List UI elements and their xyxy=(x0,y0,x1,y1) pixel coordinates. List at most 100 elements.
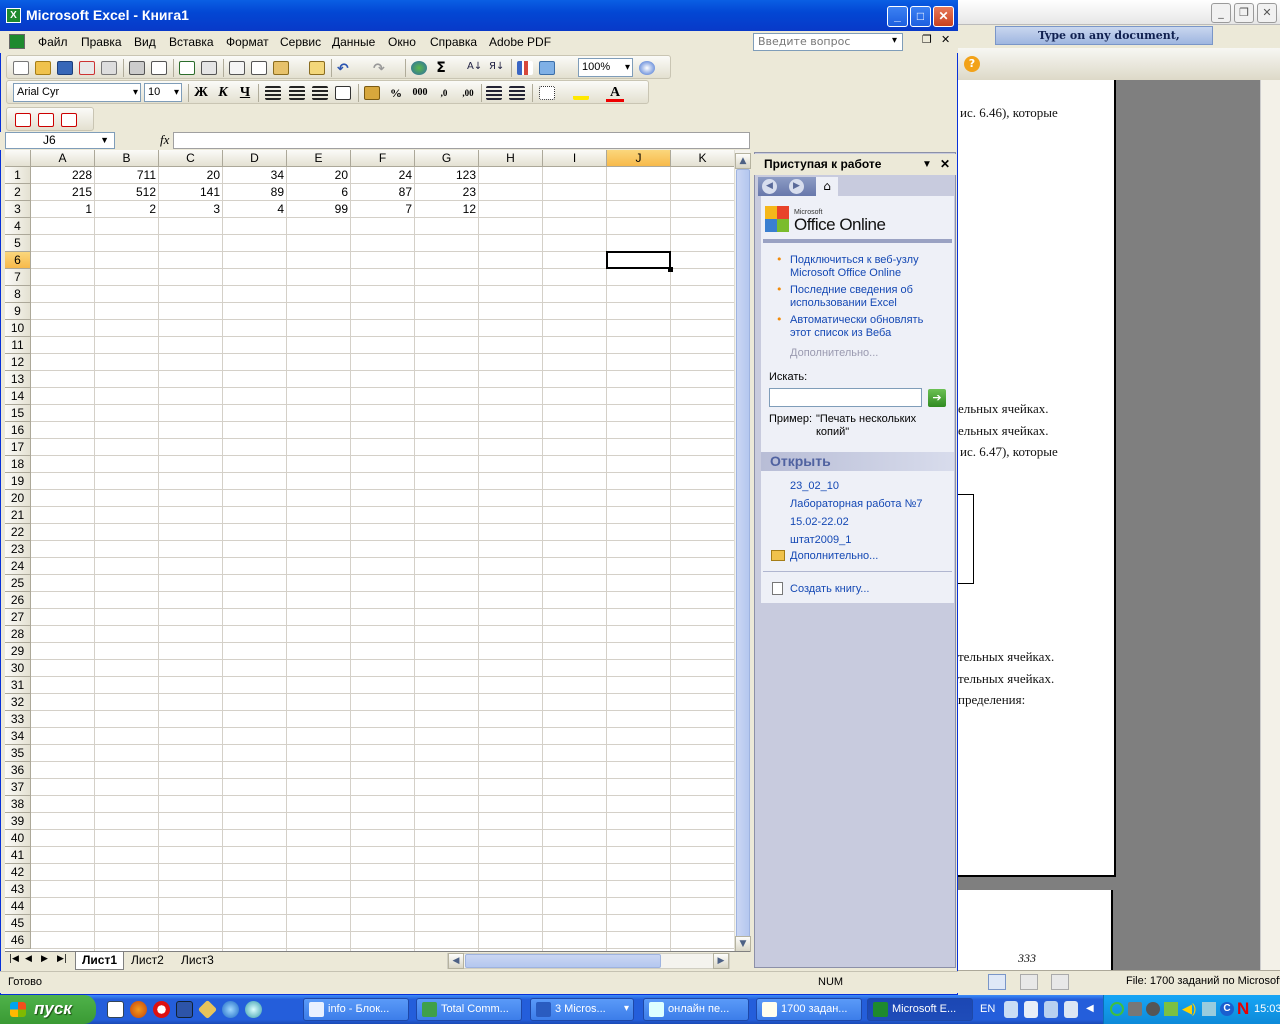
row-header-32[interactable]: 32 xyxy=(5,694,31,711)
sort-descending-icon[interactable]: Я↓ xyxy=(489,61,505,75)
row-header-4[interactable]: 4 xyxy=(5,218,31,235)
scroll-left-icon[interactable]: ◀ xyxy=(448,953,464,969)
ie-secondary-icon[interactable] xyxy=(245,1001,262,1018)
tray-pen-icon[interactable] xyxy=(1044,1001,1058,1018)
row-header-6[interactable]: 6 xyxy=(5,252,31,269)
menu-3[interactable]: Вид xyxy=(134,35,156,49)
cell-C3[interactable]: 3 xyxy=(159,201,223,218)
cell-G1[interactable]: 123 xyxy=(415,167,479,184)
tray-c-icon[interactable]: C xyxy=(1220,1002,1234,1016)
row-header-21[interactable]: 21 xyxy=(5,507,31,524)
percent-button[interactable]: % xyxy=(387,84,405,102)
web-layout-icon[interactable] xyxy=(1020,974,1038,990)
cell-A3[interactable]: 1 xyxy=(31,201,95,218)
row-header-24[interactable]: 24 xyxy=(5,558,31,575)
ask-question-input[interactable]: Введите вопрос xyxy=(753,33,903,51)
align-right-icon[interactable] xyxy=(312,86,328,100)
format-painter-icon[interactable] xyxy=(309,61,325,75)
row-header-38[interactable]: 38 xyxy=(5,796,31,813)
email-icon[interactable] xyxy=(101,61,117,75)
tray-tool-icon[interactable] xyxy=(1004,1001,1018,1018)
row-header-5[interactable]: 5 xyxy=(5,235,31,252)
cell-D2[interactable]: 89 xyxy=(223,184,287,201)
row-header-14[interactable]: 14 xyxy=(5,388,31,405)
row-header-40[interactable]: 40 xyxy=(5,830,31,847)
minimize-icon[interactable]: _ xyxy=(1211,3,1231,23)
network-icon[interactable] xyxy=(1110,1002,1124,1016)
last-sheet-icon[interactable]: ▶| xyxy=(57,954,67,964)
cell-F2[interactable]: 87 xyxy=(351,184,415,201)
column-header-K[interactable]: K xyxy=(671,150,735,167)
outline-view-icon[interactable] xyxy=(1051,974,1069,990)
row-header-9[interactable]: 9 xyxy=(5,303,31,320)
pane-link-3[interactable]: Автоматически обновлять этот список из Ве… xyxy=(790,314,923,340)
first-sheet-icon[interactable]: |◀ xyxy=(9,954,19,964)
taskbar-button-5[interactable]: 1700 задан... xyxy=(756,998,862,1021)
row-header-11[interactable]: 11 xyxy=(5,337,31,354)
row-header-26[interactable]: 26 xyxy=(5,592,31,609)
borders-icon[interactable] xyxy=(539,86,555,100)
vertical-scrollbar[interactable]: ▲ ▼ xyxy=(734,150,751,952)
cell-A1[interactable]: 228 xyxy=(31,167,95,184)
menu-9[interactable]: Справка xyxy=(430,35,477,49)
tray-keyboard-icon[interactable] xyxy=(1024,1001,1038,1018)
close-icon[interactable]: ✕ xyxy=(1257,3,1277,23)
convert-to-pdf-icon[interactable] xyxy=(15,113,31,127)
row-header-36[interactable]: 36 xyxy=(5,762,31,779)
currency-icon[interactable] xyxy=(364,86,380,100)
help-icon[interactable]: ? xyxy=(964,56,980,72)
column-header-F[interactable]: F xyxy=(351,150,415,167)
font-name-select[interactable]: Arial Cyr xyxy=(13,83,141,102)
redo-icon[interactable]: ↷ xyxy=(373,61,389,77)
firefox-icon[interactable] xyxy=(130,1001,147,1018)
decrease-indent-icon[interactable] xyxy=(486,86,502,100)
row-header-18[interactable]: 18 xyxy=(5,456,31,473)
row-header-7[interactable]: 7 xyxy=(5,269,31,286)
cell-C2[interactable]: 141 xyxy=(159,184,223,201)
row-header-31[interactable]: 31 xyxy=(5,677,31,694)
increase-indent-icon[interactable] xyxy=(509,86,525,100)
paste-icon[interactable] xyxy=(273,61,289,75)
menu-8[interactable]: Окно xyxy=(388,35,416,49)
column-header-B[interactable]: B xyxy=(95,150,159,167)
tray-tablet-icon[interactable] xyxy=(1064,1001,1078,1018)
active-cell-J6[interactable] xyxy=(606,251,671,269)
row-header-44[interactable]: 44 xyxy=(5,898,31,915)
group-expand-icon[interactable]: ▾ xyxy=(624,1003,629,1014)
cell-A2[interactable]: 215 xyxy=(31,184,95,201)
recent-file-4[interactable]: штат2009_1 xyxy=(790,534,851,547)
recent-file-2[interactable]: Лабораторная работа №7 xyxy=(790,498,923,511)
open-more-link[interactable]: Дополнительно... xyxy=(790,550,878,563)
sort-ascending-icon[interactable]: A↓ xyxy=(467,61,483,75)
cell-D3[interactable]: 4 xyxy=(223,201,287,218)
horizontal-scrollbar[interactable]: ◀ ▶ xyxy=(447,953,730,969)
row-header-2[interactable]: 2 xyxy=(5,184,31,201)
close-workbook-icon[interactable]: ✕ xyxy=(941,33,950,46)
row-header-39[interactable]: 39 xyxy=(5,813,31,830)
column-header-G[interactable]: G xyxy=(415,150,479,167)
monitor-icon[interactable] xyxy=(1128,1002,1142,1016)
language-indicator[interactable]: EN xyxy=(980,1003,995,1015)
notepad-quicklaunch-icon[interactable] xyxy=(107,1001,124,1018)
back-icon[interactable]: ◀ xyxy=(762,179,777,194)
column-header-J[interactable]: J xyxy=(607,150,671,167)
menu-4[interactable]: Вставка xyxy=(169,35,214,49)
row-header-34[interactable]: 34 xyxy=(5,728,31,745)
permission-icon[interactable] xyxy=(79,61,95,75)
close-icon[interactable]: ✕ xyxy=(933,6,954,27)
font-color-button[interactable]: A xyxy=(606,84,624,102)
row-header-37[interactable]: 37 xyxy=(5,779,31,796)
drawing-icon[interactable] xyxy=(539,61,555,75)
cell-E2[interactable]: 6 xyxy=(287,184,351,201)
print-icon[interactable] xyxy=(129,61,145,75)
fill-color-icon[interactable] xyxy=(573,86,589,100)
research-icon[interactable] xyxy=(201,61,217,75)
column-header-C[interactable]: C xyxy=(159,150,223,167)
cell-C1[interactable]: 20 xyxy=(159,167,223,184)
speaker-icon[interactable]: ◀) xyxy=(1182,1001,1196,1017)
cell-E3[interactable]: 99 xyxy=(287,201,351,218)
recent-file-1[interactable]: 23_02_10 xyxy=(790,480,839,493)
print-layout-icon[interactable] xyxy=(988,974,1006,990)
taskbar-button-4[interactable]: онлайн пе... xyxy=(643,998,749,1021)
tray-app-2-icon[interactable] xyxy=(1202,1002,1216,1016)
